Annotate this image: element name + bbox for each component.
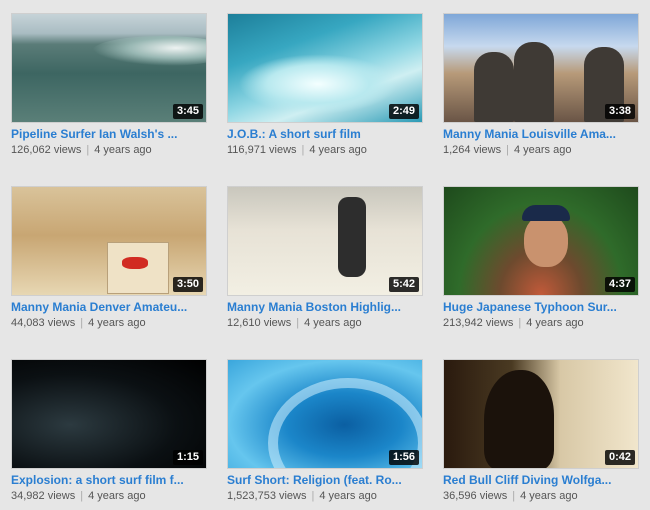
video-card: 5:42 Manny Mania Boston Highlig... 12,61… [227, 186, 423, 330]
video-meta: 1,264 views | 4 years ago [443, 144, 639, 157]
video-meta: 126,062 views | 4 years ago [11, 144, 207, 157]
video-card: 3:45 Pipeline Surfer Ian Walsh's ... 126… [11, 13, 207, 157]
upload-age: 4 years ago [94, 144, 152, 156]
duration-badge: 3:45 [172, 104, 203, 119]
video-title-link[interactable]: Surf Short: Religion (feat. Ro... [227, 473, 423, 488]
video-title-link[interactable]: Red Bull Cliff Diving Wolfga... [443, 473, 639, 488]
duration-badge: 1:56 [388, 450, 419, 465]
meta-separator: | [301, 144, 305, 156]
meta-separator: | [86, 144, 90, 156]
duration-badge: 5:42 [388, 277, 419, 292]
view-count: 1,523,753 views [227, 490, 307, 502]
video-meta: 12,610 views | 4 years ago [227, 317, 423, 330]
video-title-link[interactable]: Explosion: a short surf film f... [11, 473, 207, 488]
duration-badge: 2:49 [388, 104, 419, 119]
duration-badge: 0:42 [604, 450, 635, 465]
duration-badge: 4:37 [604, 277, 635, 292]
video-meta: 44,083 views | 4 years ago [11, 317, 207, 330]
video-thumbnail[interactable]: 4:37 [443, 186, 639, 296]
view-count: 34,982 views [11, 490, 76, 502]
view-count: 116,971 views [227, 144, 297, 156]
upload-age: 4 years ago [88, 490, 146, 502]
video-title-link[interactable]: J.O.B.: A short surf film [227, 127, 423, 142]
video-card: 3:50 Manny Mania Denver Amateu... 44,083… [11, 186, 207, 330]
view-count: 36,596 views [443, 490, 508, 502]
video-card: 1:56 Surf Short: Religion (feat. Ro... 1… [227, 359, 423, 503]
video-thumbnail[interactable]: 5:42 [227, 186, 423, 296]
meta-separator: | [518, 317, 522, 329]
video-title-link[interactable]: Huge Japanese Typhoon Sur... [443, 300, 639, 315]
meta-separator: | [506, 144, 509, 156]
video-thumbnail[interactable]: 3:38 [443, 13, 639, 123]
video-card: 1:15 Explosion: a short surf film f... 3… [11, 359, 207, 503]
video-thumbnail[interactable]: 1:15 [11, 359, 207, 469]
video-title-link[interactable]: Manny Mania Denver Amateu... [11, 300, 207, 315]
meta-separator: | [80, 317, 84, 329]
upload-age: 4 years ago [88, 317, 146, 329]
meta-separator: | [296, 317, 300, 329]
duration-badge: 3:38 [604, 104, 635, 119]
video-grid: 3:45 Pipeline Surfer Ian Walsh's ... 126… [0, 0, 650, 510]
video-meta: 36,596 views | 4 years ago [443, 490, 639, 503]
video-card: 4:37 Huge Japanese Typhoon Sur... 213,94… [443, 186, 639, 330]
view-count: 213,942 views [443, 317, 514, 329]
video-meta: 213,942 views | 4 years ago [443, 317, 639, 330]
video-thumbnail[interactable]: 0:42 [443, 359, 639, 469]
view-count: 1,264 views [443, 144, 502, 156]
meta-separator: | [512, 490, 516, 502]
video-title-link[interactable]: Pipeline Surfer Ian Walsh's ... [11, 127, 207, 142]
video-card: 3:38 Manny Mania Louisville Ama... 1,264… [443, 13, 639, 157]
video-title-link[interactable]: Manny Mania Louisville Ama... [443, 127, 639, 142]
upload-age: 4 years ago [526, 317, 584, 329]
upload-age: 4 years ago [319, 490, 377, 502]
video-thumbnail[interactable]: 1:56 [227, 359, 423, 469]
video-thumbnail[interactable]: 3:45 [11, 13, 207, 123]
duration-badge: 3:50 [172, 277, 203, 292]
upload-age: 4 years ago [304, 317, 362, 329]
video-meta: 1,523,753 views | 4 years ago [227, 490, 423, 503]
view-count: 12,610 views [227, 317, 292, 329]
video-meta: 34,982 views | 4 years ago [11, 490, 207, 503]
view-count: 126,062 views [11, 144, 82, 156]
view-count: 44,083 views [11, 317, 76, 329]
video-meta: 116,971 views | 4 years ago [227, 144, 423, 157]
meta-separator: | [311, 490, 315, 502]
meta-separator: | [80, 490, 84, 502]
upload-age: 4 years ago [309, 144, 367, 156]
upload-age: 4 years ago [513, 144, 572, 156]
upload-age: 4 years ago [520, 490, 578, 502]
video-thumbnail[interactable]: 2:49 [227, 13, 423, 123]
video-card: 0:42 Red Bull Cliff Diving Wolfga... 36,… [443, 359, 639, 503]
duration-badge: 1:15 [172, 450, 203, 465]
video-card: 2:49 J.O.B.: A short surf film 116,971 v… [227, 13, 423, 157]
video-thumbnail[interactable]: 3:50 [11, 186, 207, 296]
video-title-link[interactable]: Manny Mania Boston Highlig... [227, 300, 423, 315]
